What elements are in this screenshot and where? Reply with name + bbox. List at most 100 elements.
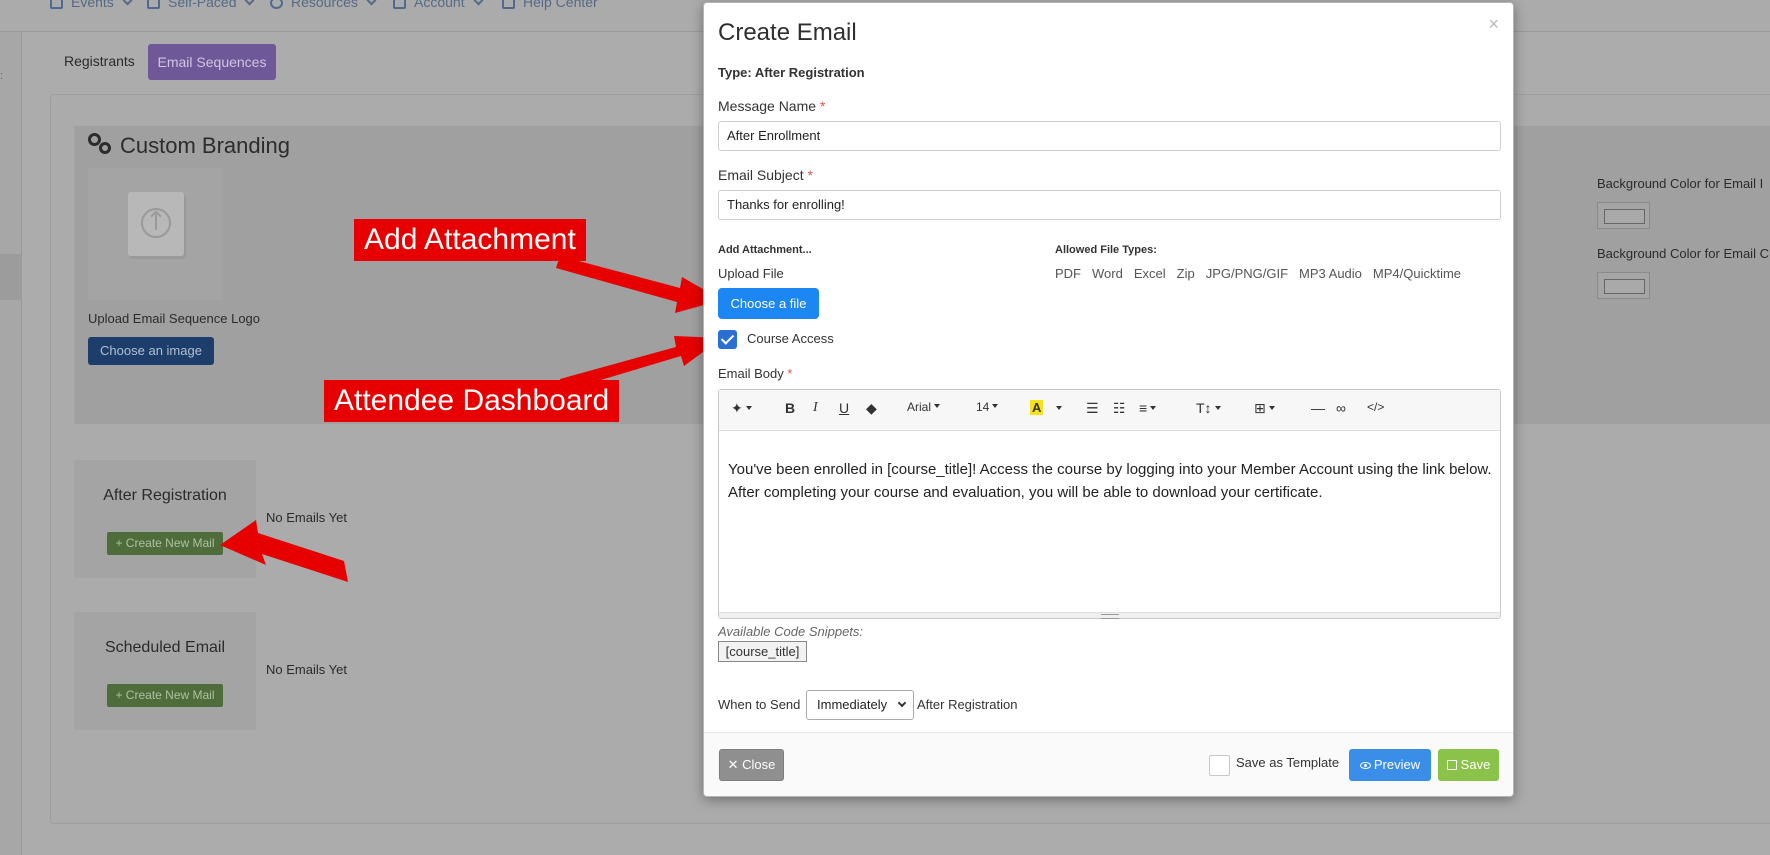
choose-image-button[interactable]: Choose an image [88,337,214,365]
book-icon [147,0,160,10]
align-icon[interactable]: ≡ [1139,400,1157,416]
message-name-input[interactable]: After Enrollment [718,121,1501,151]
course-access-label: Course Access [747,331,834,346]
preview-button[interactable]: Preview [1349,749,1431,781]
callout-add-attachment: Add Attachment [354,219,586,261]
editor-resize-handle[interactable] [719,612,1500,619]
chevron-down-icon [245,0,255,6]
close-icon[interactable]: × [1488,14,1499,35]
allowed-types-label: Allowed File Types: [1055,244,1157,256]
save-as-template-checkbox[interactable] [1209,755,1230,776]
upload-logo-label: Upload Email Sequence Logo [88,311,261,326]
chevron-down-icon [473,0,484,6]
underline-button[interactable]: U [839,400,849,416]
after-registration-label: After Registration [917,697,1018,712]
floppy-disk-icon [1446,760,1457,770]
nav-label: Resources [291,0,358,10]
eraser-icon[interactable]: ◆ [866,400,877,417]
calendar-icon [50,0,63,10]
logo-upload-placeholder[interactable] [88,168,222,300]
file-type: MP4/Quicktime [1372,266,1462,281]
tab-email-sequences[interactable]: Email Sequences [148,44,276,80]
help-icon [502,0,515,10]
sequence-title: Scheduled Email [104,639,226,656]
bg-color-swatch[interactable] [1597,272,1650,299]
chevron-down-icon [122,0,133,6]
no-emails-text: No Emails Yet [266,662,347,677]
bg-color-label: Background Color for Email I [1597,176,1764,191]
file-type: PDF [1055,266,1081,281]
nav-item-help-center[interactable]: Help Center [502,0,598,10]
bold-button[interactable]: B [785,400,795,416]
file-type: MP3 Audio [1299,266,1362,281]
file-type: Zip [1176,266,1195,281]
add-attachment-label: Add Attachment... [718,244,812,256]
globe-icon [270,0,283,10]
rail-mark: : [0,70,4,82]
sequence-card-after-registration: After Registration + Create New Mail [74,460,256,578]
upload-file-label: Upload File [718,266,784,281]
branding-title-text: Custom Branding [120,133,290,158]
file-type: Excel [1133,266,1166,281]
email-subject-input[interactable]: Thanks for enrolling! [718,190,1501,220]
create-new-mail-button[interactable]: + Create New Mail [107,532,223,555]
numbered-list-icon[interactable]: ☷ [1113,400,1126,417]
chevron-down-icon [897,698,907,708]
when-to-send-label: When to Send [718,697,801,712]
file-type: Word [1092,266,1123,281]
table-icon[interactable]: ⊞ [1254,400,1275,417]
snippets-label: Available Code Snippets: [718,624,864,639]
tab-registrants[interactable]: Registrants [64,53,135,69]
nav-label: Events [71,0,114,10]
nav-item-resources[interactable]: Resources [270,0,377,10]
callout-attendee-dashboard: Attendee Dashboard [324,380,620,422]
email-type: Type: After Registration [718,65,865,80]
branding-title: Custom Branding [86,133,290,159]
bullet-list-icon[interactable]: ☰ [1086,400,1099,417]
bg-color-swatch[interactable] [1597,202,1650,229]
email-body-label: Email Body * [718,366,793,381]
code-view-button[interactable]: </> [1367,400,1384,414]
save-as-template-label: Save as Template [1236,755,1340,770]
nav-label: Self-Paced [168,0,237,10]
course-access-checkbox[interactable] [718,330,737,349]
nav-item-account[interactable]: Account [393,0,484,10]
snippet-chip[interactable]: [course_title] [718,641,807,662]
email-body-text[interactable]: You've been enrolled in [course_title]! … [728,458,1493,504]
nav-item-events[interactable]: Events [50,0,133,10]
email-subject-label: Email Subject * [718,167,813,183]
choose-file-button[interactable]: Choose a file [718,288,819,319]
sequence-card-scheduled: Scheduled Email + Create New Mail [74,612,256,730]
color-dropdown[interactable] [1053,400,1062,416]
create-new-mail-button[interactable]: + Create New Mail [107,684,223,707]
italic-button[interactable]: I [813,400,818,416]
bg-color-label: Background Color for Email C [1597,246,1769,261]
horizontal-rule-icon[interactable]: — [1311,400,1325,416]
left-rail: : [0,32,22,855]
text-height-button[interactable]: T↕ [1196,400,1221,416]
message-name-label: Message Name * [718,98,826,114]
create-email-modal: Create Email × Type: After Registration … [703,2,1514,797]
nav-item-self-paced[interactable]: Self-Paced [147,0,255,10]
rail-active-marker [0,254,22,300]
nav-label: Account [414,0,465,10]
eye-icon [1359,762,1371,769]
close-button[interactable]: ✕ Close [719,749,784,781]
save-button[interactable]: Save [1438,749,1499,781]
gears-icon [86,133,114,155]
font-size-select[interactable]: 14 [976,400,999,414]
editor-toolbar: ✦ B I U ◆ Arial 14 A ☰ ☷ ≡ T↕ ⊞ — ∞ </> [719,390,1500,431]
allowed-file-types: PDF Word Excel Zip JPG/PNG/GIF MP3 Audio MP4/Q… [1055,266,1472,281]
nav-label: Help Center [523,0,598,10]
modal-title: Create Email [718,19,857,46]
account-icon [393,0,406,10]
text-color-button[interactable]: A [1030,400,1044,415]
modal-footer: ✕ Close Save as Template Preview Save [704,732,1513,796]
font-family-select[interactable]: Arial [907,400,941,414]
file-type: JPG/PNG/GIF [1205,266,1289,281]
when-to-send-select[interactable]: Immediately [806,690,914,720]
magic-wand-icon[interactable]: ✦ [731,400,752,417]
link-icon[interactable]: ∞ [1336,400,1346,416]
sequence-title: After Registration [103,487,227,504]
rich-text-editor[interactable]: ✦ B I U ◆ Arial 14 A ☰ ☷ ≡ T↕ ⊞ — ∞ </> … [718,389,1501,619]
